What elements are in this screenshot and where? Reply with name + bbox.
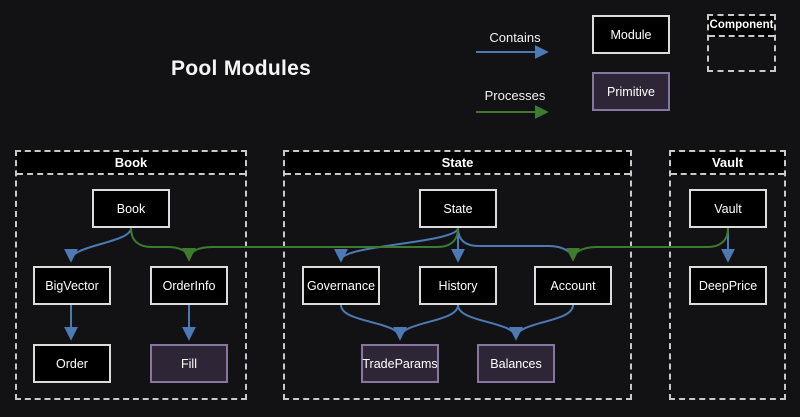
- container-book-title: Book: [17, 152, 245, 175]
- container-state-title: State: [285, 152, 630, 175]
- node-vault: Vault: [689, 189, 767, 228]
- node-account-label: Account: [550, 279, 595, 293]
- node-balances: Balances: [477, 344, 555, 383]
- node-book-label: Book: [117, 202, 146, 216]
- node-deepprice: DeepPrice: [689, 266, 767, 305]
- page-title: Pool Modules: [171, 57, 311, 81]
- node-balances-label: Balances: [490, 357, 541, 371]
- node-vault-label: Vault: [714, 202, 742, 216]
- legend-contains-label: Contains: [455, 30, 575, 45]
- legend-module-box: Module: [592, 15, 670, 54]
- legend-primitive-label: Primitive: [607, 85, 655, 99]
- node-order: Order: [33, 344, 111, 383]
- node-bigvector-label: BigVector: [45, 279, 99, 293]
- node-state-label: State: [443, 202, 472, 216]
- node-governance: Governance: [302, 266, 380, 305]
- node-governance-label: Governance: [307, 279, 375, 293]
- node-fill-label: Fill: [181, 357, 197, 371]
- node-history-label: History: [439, 279, 478, 293]
- node-orderinfo-label: OrderInfo: [163, 279, 216, 293]
- legend-processes-label: Processes: [455, 88, 575, 103]
- node-order-label: Order: [56, 357, 88, 371]
- node-tradeparams: TradeParams: [361, 344, 439, 383]
- node-bigvector: BigVector: [33, 266, 111, 305]
- node-fill: Fill: [150, 344, 228, 383]
- node-orderinfo: OrderInfo: [150, 266, 228, 305]
- node-state: State: [419, 189, 497, 228]
- legend-module-label: Module: [611, 28, 652, 42]
- node-history: History: [419, 266, 497, 305]
- node-book: Book: [92, 189, 170, 228]
- node-deepprice-label: DeepPrice: [699, 279, 757, 293]
- node-account: Account: [534, 266, 612, 305]
- node-tradeparams-label: TradeParams: [362, 357, 437, 371]
- legend-component-box: Component: [707, 14, 776, 72]
- container-vault-title: Vault: [671, 152, 784, 175]
- legend-component-label: Component: [709, 16, 774, 37]
- pool-modules-diagram: Pool Modules Contains Processes Module P…: [0, 0, 800, 417]
- legend-primitive-box: Primitive: [592, 72, 670, 111]
